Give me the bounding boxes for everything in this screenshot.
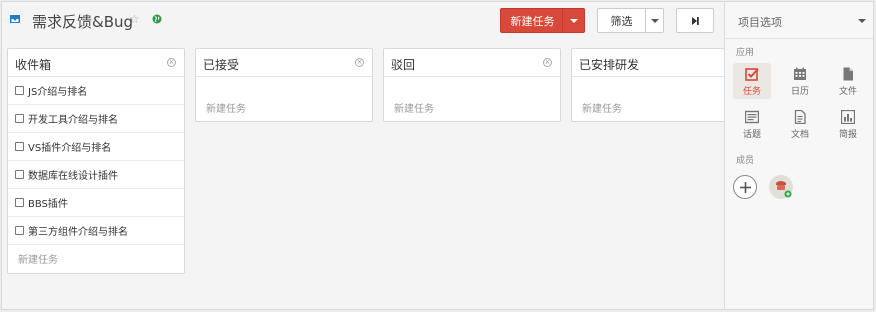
task-checkbox[interactable] [15,142,24,151]
app-window: 需求反馈&Bug ☆ 新建任务 筛选 收件箱 × JS介绍与排名 开发工具介绍与… [1,1,874,310]
app-label: 文件 [838,87,857,97]
column-close-icon[interactable]: × [355,58,364,67]
add-member-button[interactable] [733,175,757,199]
board-column-rejected: 驳回 × 新建任务 [383,48,561,122]
document-icon [794,110,806,124]
board-column-scheduled: 已安排研发 新建任务 [571,48,749,122]
caret-down-icon [569,18,578,23]
filter-dropdown-toggle[interactable] [645,9,663,32]
new-task-link[interactable]: 新建任务 [196,93,372,121]
column-header: 收件箱 × [8,49,184,77]
report-icon [841,110,855,124]
app-label: 简报 [838,130,857,140]
new-task-link[interactable]: 新建任务 [8,245,184,271]
member-avatar[interactable] [769,175,793,199]
task-item[interactable]: BBS插件 [8,189,184,217]
app-label: 任务 [742,87,761,97]
sidebar-header[interactable]: 项目选项 [725,2,873,39]
new-task-dropdown-toggle[interactable] [562,9,584,32]
task-title: JS介绍与排名 [28,87,88,98]
file-icon [843,67,853,81]
app-calendar[interactable]: 日历 [781,63,819,99]
project-title: 需求反馈&Bug [32,13,134,31]
task-checkbox[interactable] [15,86,24,95]
app-files[interactable]: 文件 [829,63,867,99]
column-title: 收件箱 [15,58,52,72]
task-checkbox[interactable] [15,198,24,207]
new-task-link[interactable]: 新建任务 [572,93,748,121]
task-title: BBS插件 [28,199,68,210]
project-header: 需求反馈&Bug ☆ 新建任务 筛选 [2,2,724,40]
app-label: 文档 [790,130,809,140]
task-item[interactable]: JS介绍与排名 [8,77,184,105]
plus-icon [739,181,751,193]
filter-button-label: 筛选 [610,14,633,28]
task-item[interactable]: 数据库在线设计插件 [8,161,184,189]
filter-button[interactable]: 筛选 [597,8,664,33]
apps-section-label: 应用 [736,48,755,58]
task-item[interactable]: 开发工具介绍与排名 [8,105,184,133]
globe-icon[interactable] [152,14,162,24]
task-title: VS插件介绍与排名 [28,143,112,154]
skip-forward-icon [692,16,699,25]
app-tasks[interactable]: 任务 [733,63,771,99]
star-icon[interactable]: ☆ [129,12,140,26]
column-close-icon[interactable]: × [167,58,176,67]
column-header: 已接受 × [196,49,372,77]
app-reports[interactable]: 简报 [829,106,867,142]
project-options-sidebar: 项目选项 应用 任务 日历 文件 话题 文档 简报 成员 [724,2,873,309]
app-topics[interactable]: 话题 [733,106,771,142]
members-section-label: 成员 [736,156,755,166]
topic-icon [745,110,759,124]
column-title: 驳回 [391,58,416,72]
column-header: 已安排研发 [572,49,748,77]
column-header: 驳回 × [384,49,560,77]
chevron-down-icon[interactable] [858,19,866,23]
new-task-button-label: 新建任务 [510,14,555,28]
new-task-link[interactable]: 新建任务 [384,93,560,121]
task-title: 第三方组件介绍与排名 [28,227,128,238]
board-column-inbox: 收件箱 × JS介绍与排名 开发工具介绍与排名 VS插件介绍与排名 数据库在线设… [7,48,185,274]
task-checkbox[interactable] [15,226,24,235]
inbox-tray-icon [10,15,20,23]
column-close-icon[interactable]: × [543,58,552,67]
caret-down-icon [650,18,659,23]
app-label: 日历 [790,87,809,97]
column-title: 已接受 [203,58,240,72]
app-label: 话题 [742,130,761,140]
board-column-accepted: 已接受 × 新建任务 [195,48,373,122]
app-documents[interactable]: 文档 [781,106,819,142]
new-task-button[interactable]: 新建任务 [500,8,585,33]
task-checkbox[interactable] [15,114,24,123]
user-avatar-icon [776,181,792,198]
task-title: 数据库在线设计插件 [28,171,118,182]
task-title: 开发工具介绍与排名 [28,115,118,126]
task-checkbox[interactable] [15,170,24,179]
toggle-sidebar-button[interactable] [676,8,714,33]
task-item[interactable]: VS插件介绍与排名 [8,133,184,161]
sidebar-title: 项目选项 [738,16,782,29]
check-square-icon [745,68,759,81]
column-title: 已安排研发 [579,58,640,72]
task-item[interactable]: 第三方组件介绍与排名 [8,217,184,245]
calendar-icon [794,67,806,80]
